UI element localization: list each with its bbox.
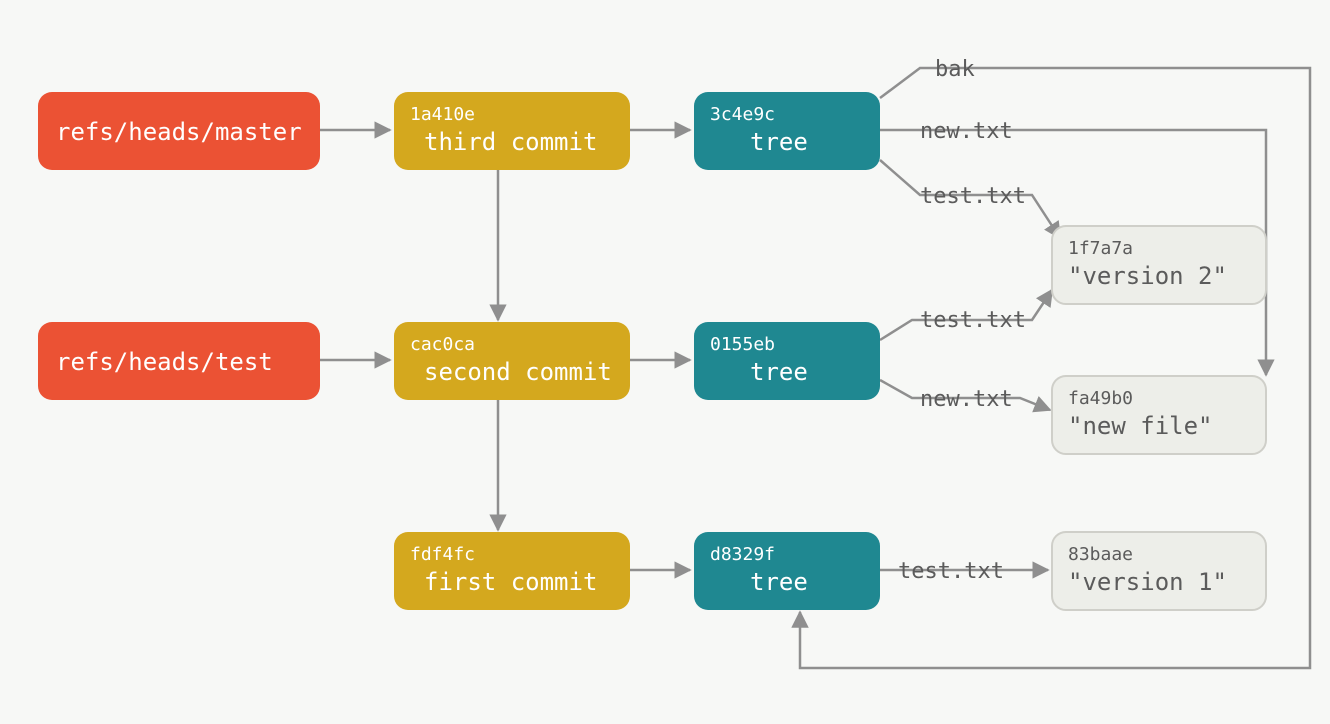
blob-v1-sha: 83baae: [1068, 544, 1133, 565]
commit-second-sha: cac0ca: [410, 334, 475, 355]
commit-first: fdf4fc first commit: [394, 532, 630, 610]
blob-version1: 83baae "version 1": [1052, 532, 1266, 610]
blob-v1-label: "version 1": [1068, 568, 1227, 596]
ref-master-label: refs/heads/master: [56, 118, 302, 146]
git-object-diagram: bak new.txt test.txt test.txt new.txt te…: [0, 0, 1330, 724]
tree-d8329f: d8329f tree: [694, 532, 880, 610]
blob-v2-sha: 1f7a7a: [1068, 238, 1133, 259]
tree2-sha: 0155eb: [710, 334, 775, 355]
commit-second-label: second commit: [424, 358, 612, 386]
blob-v2-label: "version 2": [1068, 262, 1227, 290]
tree-3c4e9c: 3c4e9c tree: [694, 92, 880, 170]
tree3-sha: 3c4e9c: [710, 104, 775, 125]
commit-second: cac0ca second commit: [394, 322, 630, 400]
commit-first-label: first commit: [424, 568, 597, 596]
blob-newfile: fa49b0 "new file": [1052, 376, 1266, 454]
blob-version2: 1f7a7a "version 2": [1052, 226, 1266, 304]
label-bak: bak: [935, 57, 975, 82]
commit-first-sha: fdf4fc: [410, 544, 475, 565]
tree1-sha: d8329f: [710, 544, 775, 565]
ref-test-label: refs/heads/test: [56, 348, 273, 376]
label-tree3-newtxt: new.txt: [920, 119, 1013, 144]
ref-master: refs/heads/master: [38, 92, 320, 170]
ref-test: refs/heads/test: [38, 322, 320, 400]
blob-nf-sha: fa49b0: [1068, 388, 1133, 409]
tree2-label: tree: [750, 358, 808, 386]
label-tree1-testtxt: test.txt: [898, 559, 1004, 584]
label-tree3-testtxt: test.txt: [920, 184, 1026, 209]
blob-nf-label: "new file": [1068, 412, 1213, 440]
tree-0155eb: 0155eb tree: [694, 322, 880, 400]
commit-third-sha: 1a410e: [410, 104, 475, 125]
commit-third: 1a410e third commit: [394, 92, 630, 170]
tree1-label: tree: [750, 568, 808, 596]
commit-third-label: third commit: [424, 128, 597, 156]
label-tree2-testtxt: test.txt: [920, 308, 1026, 333]
label-tree2-newtxt: new.txt: [920, 387, 1013, 412]
tree3-label: tree: [750, 128, 808, 156]
